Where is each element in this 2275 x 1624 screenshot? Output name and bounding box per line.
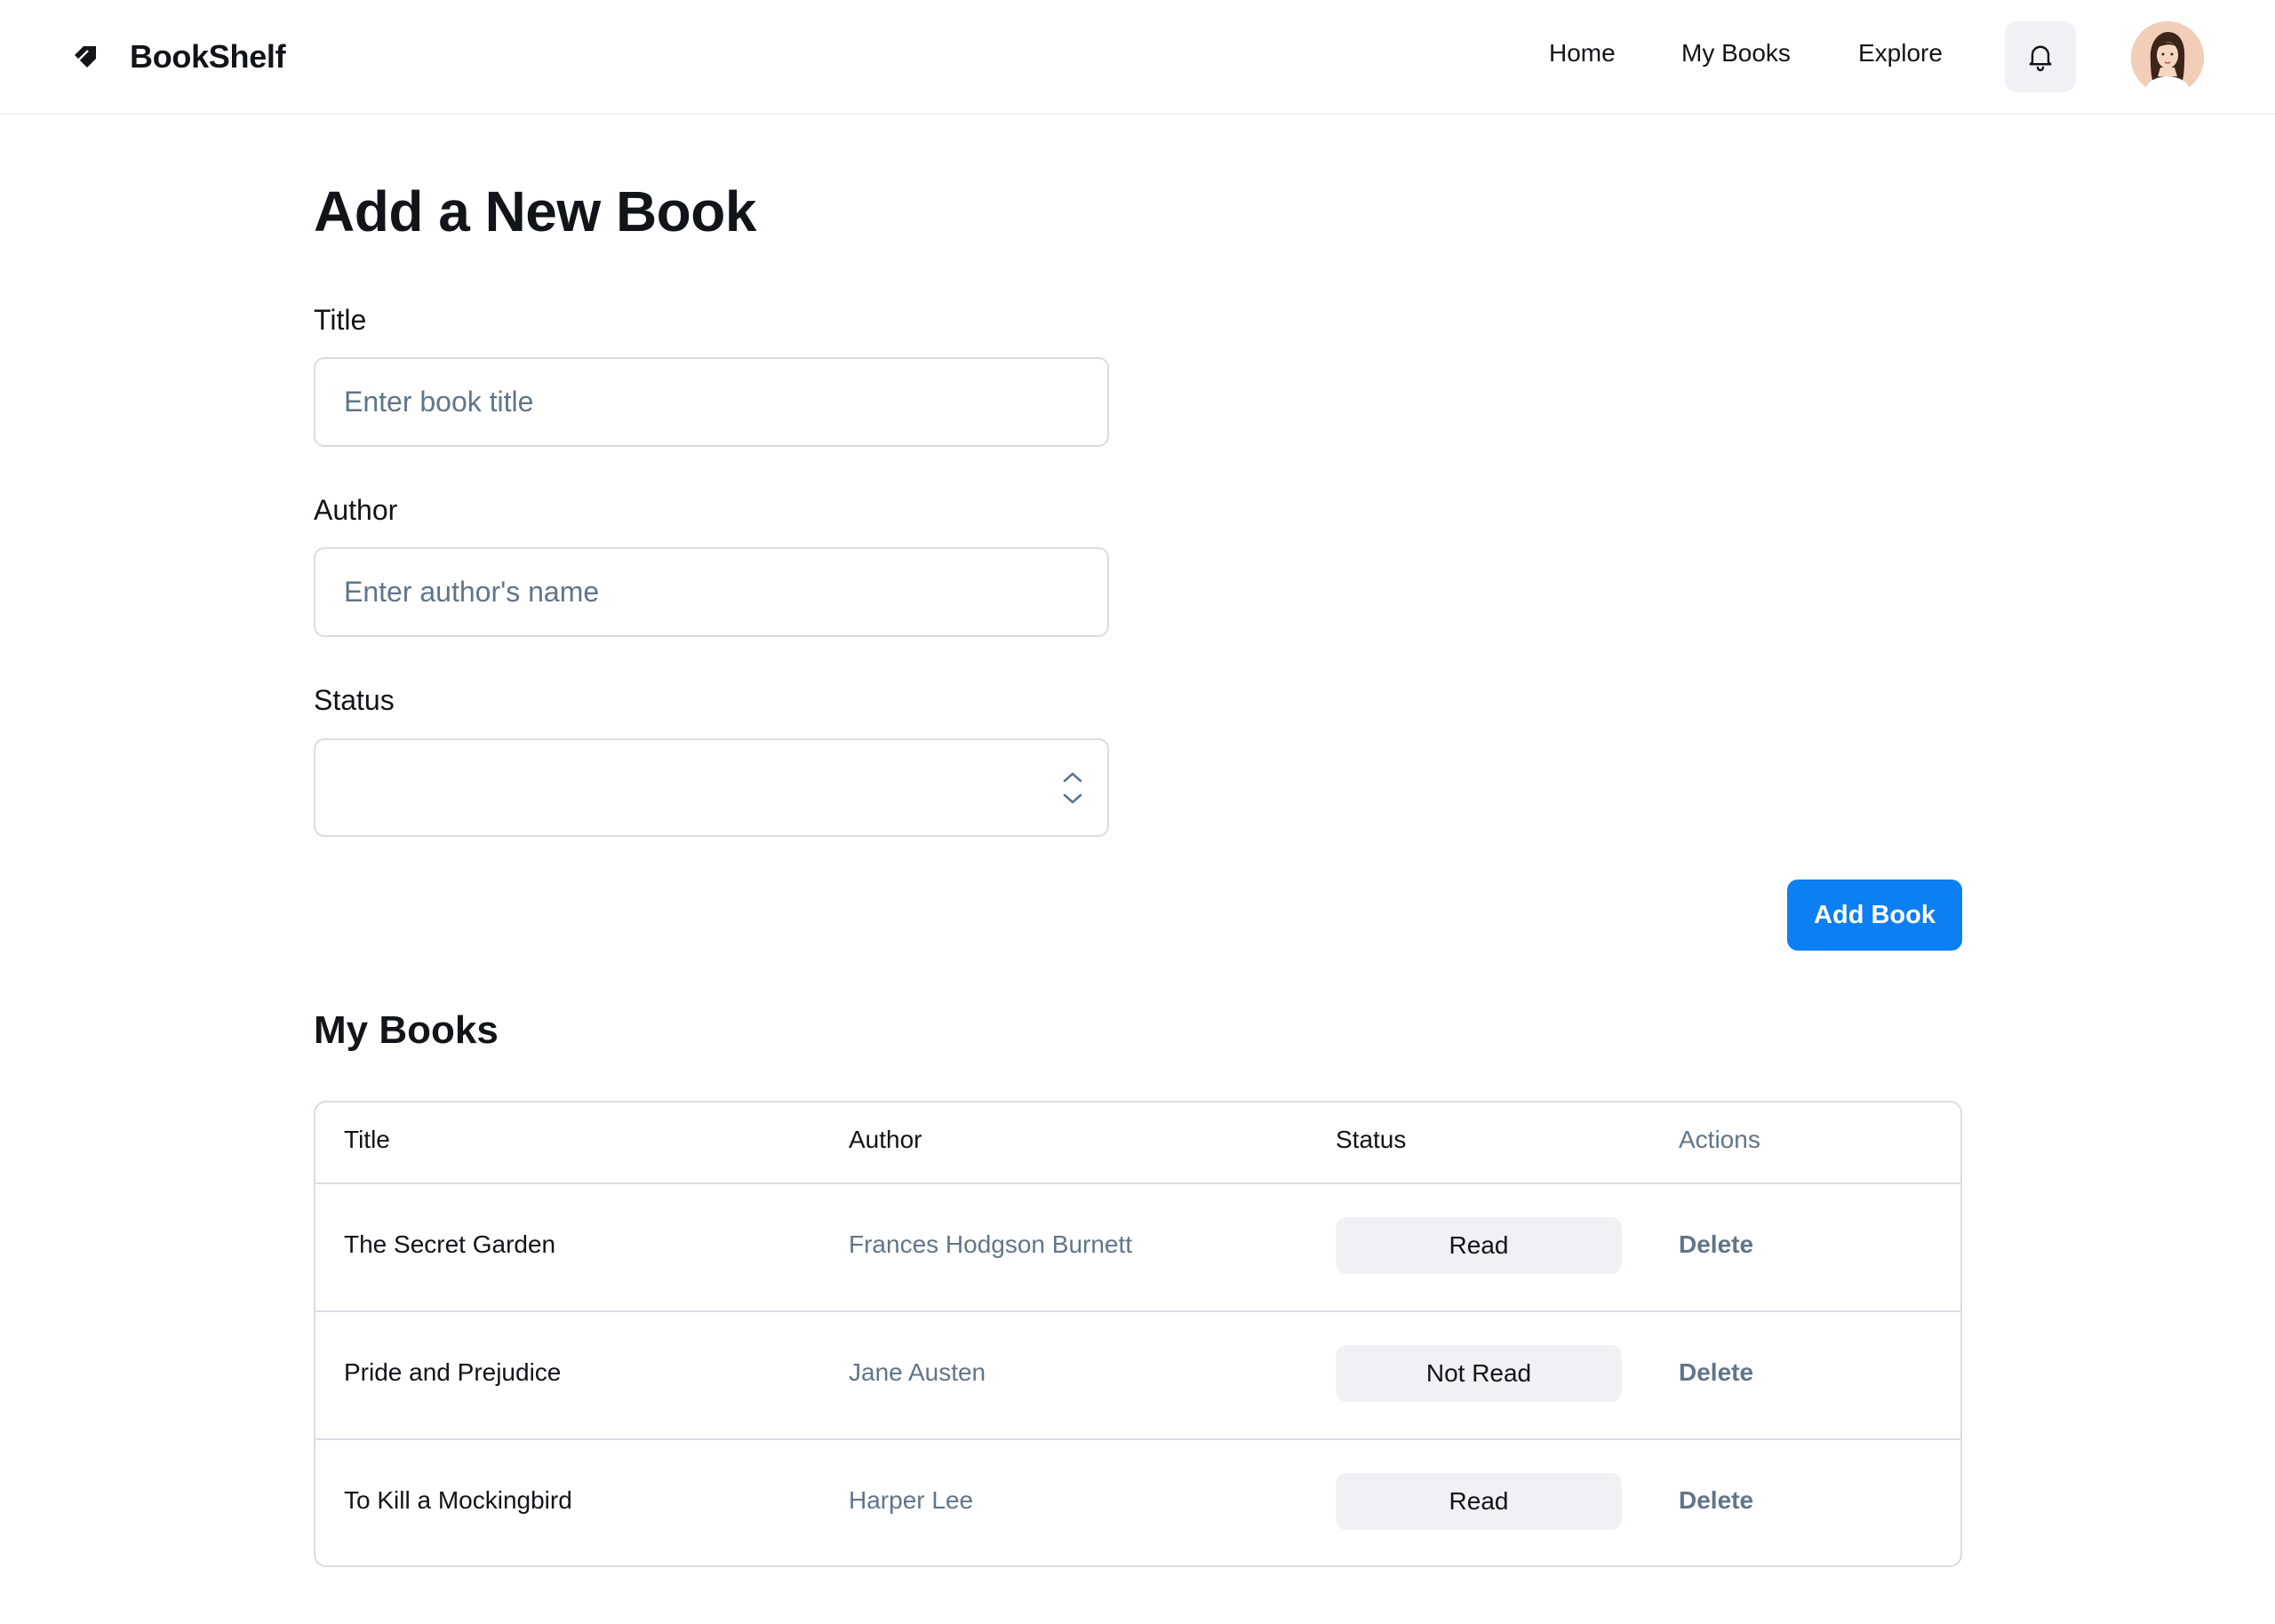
table-row: The Secret Garden Frances Hodgson Burnet… <box>315 1184 1960 1312</box>
user-avatar[interactable] <box>2131 21 2204 94</box>
column-header-status: Status <box>1336 1126 1407 1153</box>
page-title: Add a New Book <box>314 179 756 243</box>
nav-my-books-link[interactable]: My Books <box>1681 39 1791 68</box>
select-chevrons-icon <box>1063 772 1082 804</box>
brand-name: BookShelf <box>130 37 286 75</box>
top-navbar: BookShelf Home My Books Explore <box>0 0 2275 115</box>
status-badge[interactable]: Not Read <box>1336 1345 1622 1402</box>
title-input[interactable] <box>314 357 1109 447</box>
brand[interactable]: BookShelf <box>71 0 286 113</box>
notifications-button[interactable] <box>2005 21 2076 92</box>
book-author-cell: Jane Austen <box>849 1358 986 1386</box>
book-title-cell: Pride and Prejudice <box>344 1358 562 1386</box>
book-title-cell: The Secret Garden <box>344 1230 556 1258</box>
my-books-heading: My Books <box>314 1008 499 1052</box>
column-header-actions: Actions <box>1679 1126 1760 1153</box>
status-select[interactable] <box>314 738 1109 837</box>
book-tag-icon <box>71 43 100 71</box>
book-author-cell: Harper Lee <box>849 1486 974 1514</box>
books-table: Title Author Status Actions The Secret G… <box>314 1101 1962 1567</box>
title-field-label: Title <box>314 304 367 336</box>
delete-book-button[interactable]: Delete <box>1679 1358 1753 1387</box>
bell-icon <box>2029 45 2052 72</box>
status-badge[interactable]: Read <box>1336 1217 1622 1274</box>
author-field-label: Author <box>314 494 398 526</box>
book-title-cell: To Kill a Mockingbird <box>344 1486 572 1514</box>
author-input[interactable] <box>314 547 1109 637</box>
add-book-button[interactable]: Add Book <box>1787 880 1962 951</box>
status-badge[interactable]: Read <box>1336 1473 1622 1530</box>
delete-book-button[interactable]: Delete <box>1679 1486 1753 1515</box>
status-field-label: Status <box>314 684 395 716</box>
nav-explore-link[interactable]: Explore <box>1858 39 1943 68</box>
book-author-cell: Frances Hodgson Burnett <box>849 1230 1133 1258</box>
column-header-title: Title <box>344 1126 390 1153</box>
column-header-author: Author <box>849 1126 922 1153</box>
table-row: To Kill a Mockingbird Harper Lee Read De… <box>315 1440 1960 1565</box>
nav-home-link[interactable]: Home <box>1549 39 1616 68</box>
table-header-row: Title Author Status Actions <box>315 1103 1960 1184</box>
table-row: Pride and Prejudice Jane Austen Not Read… <box>315 1312 1960 1440</box>
delete-book-button[interactable]: Delete <box>1679 1230 1753 1259</box>
